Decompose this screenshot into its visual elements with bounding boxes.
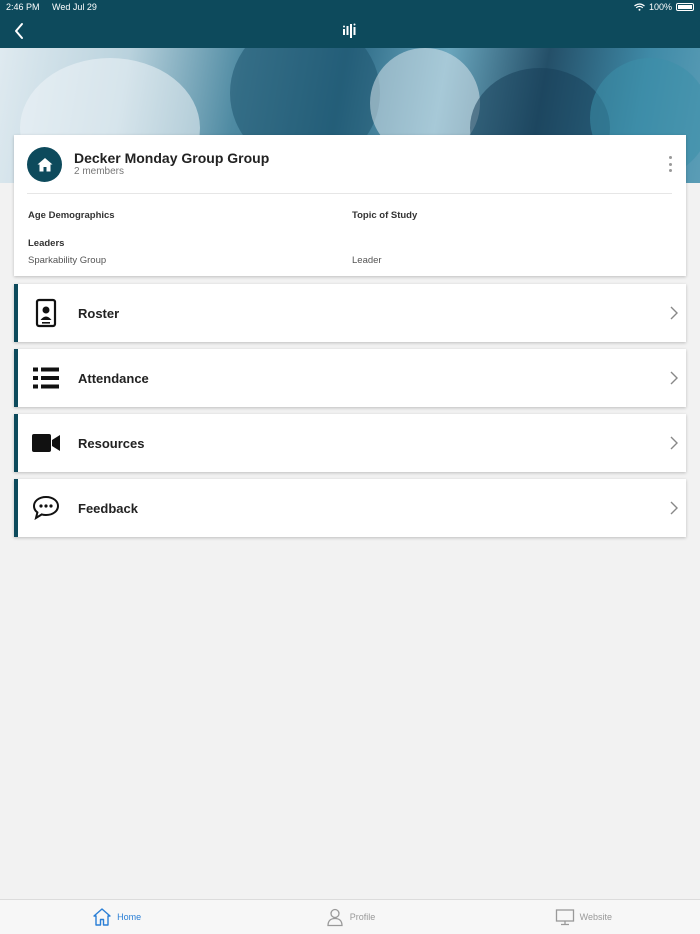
chevron-right-icon	[670, 371, 678, 385]
tab-label-profile: Profile	[349, 912, 376, 922]
group-title: Decker Monday Group Group	[74, 150, 270, 166]
battery-icon	[676, 3, 694, 11]
tab-bar: Home Profile Website	[0, 899, 700, 934]
group-member-count: 2 members	[74, 166, 125, 177]
menu-label-feedback: Feedback	[78, 500, 138, 516]
chat-bubble-icon	[28, 490, 64, 526]
battery-percent: 100%	[648, 2, 672, 12]
leader-role: Leader	[352, 255, 382, 266]
group-avatar	[27, 147, 62, 182]
menu-item-roster[interactable]: Roster	[14, 284, 686, 342]
menu-label-resources: Resources	[78, 435, 145, 451]
monitor-icon	[555, 909, 574, 926]
chevron-right-icon	[670, 436, 678, 450]
tab-profile[interactable]: Profile	[233, 900, 466, 934]
tab-website[interactable]: Website	[467, 900, 700, 934]
leader-name: Sparkability Group	[28, 255, 107, 266]
tab-label-home: Home	[117, 912, 142, 922]
tab-home[interactable]: Home	[0, 900, 233, 934]
status-date: Wed Jul 29	[52, 2, 97, 12]
menu-item-attendance[interactable]: Attendance	[14, 349, 686, 407]
more-options-icon[interactable]	[666, 156, 674, 172]
wifi-icon	[634, 3, 645, 11]
house-icon	[37, 157, 52, 171]
chevron-right-icon	[670, 306, 678, 320]
group-info-card: Decker Monday Group Group 2 members Age …	[14, 135, 686, 276]
nav-bar	[0, 14, 700, 48]
id-badge-icon	[28, 295, 64, 331]
chevron-right-icon	[670, 501, 678, 515]
status-right: 100%	[634, 2, 694, 12]
age-demographics-label: Age Demographics	[28, 210, 115, 221]
leaders-label: Leaders	[28, 238, 65, 249]
video-camera-icon	[28, 425, 64, 461]
menu-item-feedback[interactable]: Feedback	[14, 479, 686, 537]
list-icon	[28, 360, 64, 396]
back-chevron-icon[interactable]	[10, 20, 32, 42]
topic-of-study-label: Topic of Study	[352, 210, 418, 221]
status-time: 2:46 PM	[6, 2, 40, 12]
menu-label-roster: Roster	[78, 305, 120, 321]
tab-label-website: Website	[579, 912, 612, 922]
app-logo-icon	[343, 23, 356, 38]
status-bar: 2:46 PM Wed Jul 29 100%	[0, 0, 700, 14]
divider	[27, 193, 672, 194]
menu-item-resources[interactable]: Resources	[14, 414, 686, 472]
person-icon	[327, 908, 343, 927]
home-icon	[93, 908, 111, 926]
menu-label-attendance: Attendance	[78, 370, 149, 386]
status-left: 2:46 PM Wed Jul 29	[6, 2, 107, 12]
